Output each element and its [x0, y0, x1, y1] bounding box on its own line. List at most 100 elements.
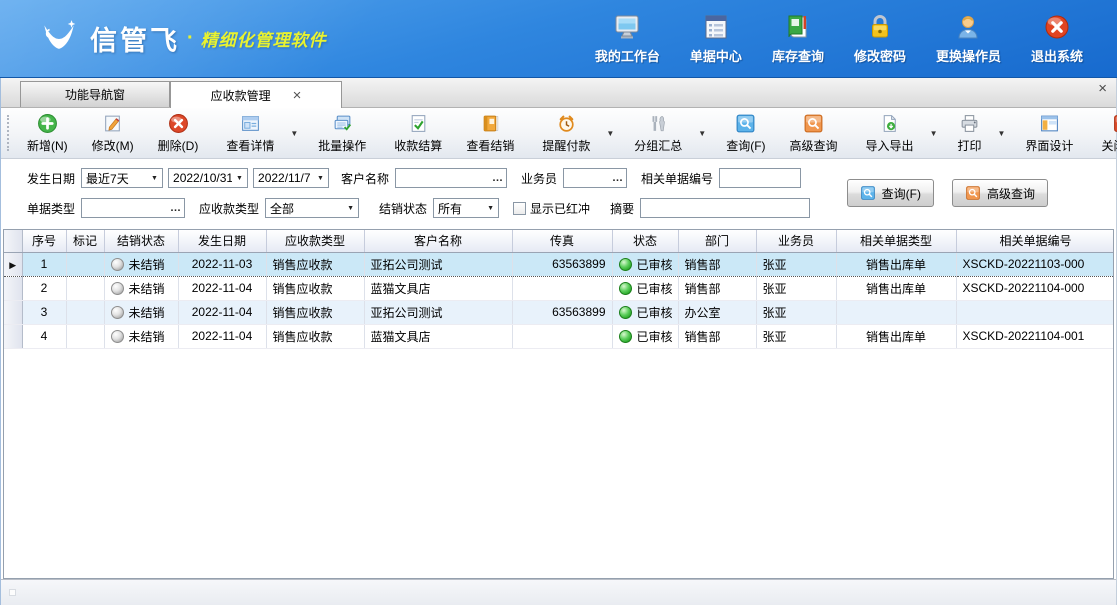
- col-status[interactable]: 状态: [612, 230, 678, 252]
- col-salesman[interactable]: 业务员: [756, 230, 836, 252]
- cell-customer: 蓝猫文具店: [364, 276, 512, 300]
- app-tagline: 精细化管理软件: [201, 26, 327, 51]
- col-date[interactable]: 发生日期: [178, 230, 266, 252]
- status-bar: [1, 579, 1116, 605]
- cell-seq: 1: [22, 252, 66, 276]
- remind-payment-button[interactable]: 提醒付款: [530, 108, 602, 158]
- date-to-combo[interactable]: 2022/11/7 ▼: [253, 168, 329, 188]
- chevron-down-icon[interactable]: ▼: [147, 169, 162, 187]
- date-from-combo[interactable]: 2022/10/31 ▼: [168, 168, 248, 188]
- cell-fax: 63563899: [512, 252, 612, 276]
- receivable-type-combo[interactable]: 全部 ▼: [265, 198, 359, 218]
- doc-type-input[interactable]: [82, 200, 168, 216]
- cell-dept: 办公室: [678, 300, 756, 324]
- col-customer[interactable]: 客户名称: [364, 230, 512, 252]
- table-row[interactable]: 3 未结销 2022-11-04 销售应收款 亚拓公司测试 63563899 已…: [4, 300, 1114, 324]
- cell-status: 已审核: [612, 324, 678, 348]
- query-button[interactable]: 查询(F): [714, 108, 777, 158]
- adv-query-button[interactable]: 高级查询: [778, 108, 850, 158]
- topmenu-change-operator[interactable]: 更换操作员: [936, 12, 1001, 65]
- view-detail-button[interactable]: 查看详情: [214, 108, 286, 158]
- topmenu-my-workspace[interactable]: 我的工作台: [595, 12, 660, 65]
- cell-mark: [66, 300, 104, 324]
- salesman-field[interactable]: …: [563, 168, 627, 188]
- view-detail-dropdown-icon[interactable]: ▼: [286, 129, 302, 138]
- col-fax[interactable]: 传真: [512, 230, 612, 252]
- customer-input[interactable]: [396, 170, 490, 186]
- topmenu-document-center[interactable]: 单据中心: [690, 12, 742, 65]
- ellipsis-icon[interactable]: …: [168, 200, 184, 216]
- approved-icon: [619, 330, 632, 343]
- topmenu-inventory-query[interactable]: 库存查询: [772, 12, 824, 65]
- cell-salesman: 张亚: [756, 324, 836, 348]
- col-seq[interactable]: 序号: [22, 230, 66, 252]
- table-row[interactable]: 4 未结销 2022-11-04 销售应收款 蓝猫文具店 已审核 销售部 张亚 …: [4, 324, 1114, 348]
- close-button[interactable]: 关闭(Q): [1089, 108, 1117, 158]
- document-center-icon: [701, 12, 731, 42]
- col-settle-status[interactable]: 结销状态: [104, 230, 178, 252]
- current-row-arrow-icon: ▶: [9, 260, 16, 270]
- ui-design-button[interactable]: 界面设计: [1013, 108, 1085, 158]
- customer-field[interactable]: …: [395, 168, 507, 188]
- doc-no-field[interactable]: [719, 168, 801, 188]
- row-selector[interactable]: ▶: [4, 252, 22, 276]
- page-close-icon[interactable]: ×: [1098, 80, 1107, 97]
- chevron-down-icon[interactable]: ▼: [343, 199, 358, 217]
- tab-function-nav[interactable]: 功能导航窗: [20, 81, 170, 107]
- chevron-down-icon[interactable]: ▼: [232, 169, 247, 187]
- ellipsis-icon[interactable]: …: [490, 170, 506, 186]
- col-dept[interactable]: 部门: [678, 230, 756, 252]
- date-range-combo[interactable]: 最近7天 ▼: [81, 168, 163, 188]
- cell-settle-status: 未结销: [104, 276, 178, 300]
- cell-date: 2022-11-04: [178, 300, 266, 324]
- col-type[interactable]: 应收款类型: [266, 230, 364, 252]
- view-settle-button[interactable]: 查看结销: [454, 108, 526, 158]
- table-row[interactable]: ▶ 1 未结销 2022-11-03 销售应收款 亚拓公司测试 63563899…: [4, 252, 1114, 276]
- batch-ops-button[interactable]: 批量操作: [306, 108, 378, 158]
- doc-type-field[interactable]: …: [81, 198, 185, 218]
- ellipsis-icon[interactable]: …: [610, 170, 626, 186]
- summary-field[interactable]: [640, 198, 810, 218]
- topmenu-exit-system[interactable]: 退出系统: [1031, 12, 1083, 65]
- row-selector[interactable]: [4, 300, 22, 324]
- filter-query-button[interactable]: 查询(F): [847, 179, 934, 207]
- print-dropdown-icon[interactable]: ▼: [994, 129, 1010, 138]
- show-red-checkbox[interactable]: [513, 202, 526, 215]
- add-button[interactable]: 新增(N): [15, 108, 80, 158]
- summary-input[interactable]: [641, 200, 809, 216]
- unsettled-icon: [111, 282, 124, 295]
- col-doc-no[interactable]: 相关单据编号: [956, 230, 1114, 252]
- receive-settle-button[interactable]: 收款结算: [382, 108, 454, 158]
- cell-type: 销售应收款: [266, 300, 364, 324]
- salesman-input[interactable]: [564, 170, 610, 186]
- row-selector[interactable]: [4, 324, 22, 348]
- approved-icon: [619, 282, 632, 295]
- remind-payment-dropdown-icon[interactable]: ▼: [602, 129, 618, 138]
- tab-receivables[interactable]: 应收款管理 ×: [170, 81, 342, 108]
- print-button[interactable]: 打印: [945, 108, 993, 158]
- doc-no-input[interactable]: [720, 170, 800, 186]
- filter-adv-query-button[interactable]: 高级查询: [952, 179, 1048, 207]
- topmenu-change-password[interactable]: 修改密码: [854, 12, 906, 65]
- group-summary-button[interactable]: 分组汇总: [622, 108, 694, 158]
- group-summary-dropdown-icon[interactable]: ▼: [694, 129, 710, 138]
- table-row[interactable]: 2 未结销 2022-11-04 销售应收款 蓝猫文具店 已审核 销售部 张亚 …: [4, 276, 1114, 300]
- row-selector[interactable]: [4, 276, 22, 300]
- cell-doc-no: XSCKD-20221103-000: [956, 252, 1114, 276]
- cell-type: 销售应收款: [266, 252, 364, 276]
- import-export-dropdown-icon[interactable]: ▼: [926, 129, 942, 138]
- tab-close-icon[interactable]: ×: [293, 88, 302, 103]
- edit-button[interactable]: 修改(M): [80, 108, 146, 158]
- import-export-button[interactable]: 导入导出: [854, 108, 926, 158]
- delete-button[interactable]: 删除(D): [146, 108, 211, 158]
- settle-status-combo[interactable]: 所有 ▼: [433, 198, 499, 218]
- row-selector-header[interactable]: [4, 230, 22, 252]
- chevron-down-icon[interactable]: ▼: [483, 199, 498, 217]
- col-doc-type[interactable]: 相关单据类型: [836, 230, 956, 252]
- tab-strip: 功能导航窗 应收款管理 × ×: [1, 78, 1116, 108]
- content-area: 功能导航窗 应收款管理 × × 新增(N) 修改(M) 删除(D): [0, 78, 1117, 605]
- col-mark[interactable]: 标记: [66, 230, 104, 252]
- chevron-down-icon[interactable]: ▼: [313, 169, 328, 187]
- toolbar-grip[interactable]: [7, 115, 9, 151]
- titlebar: 信管飞 · 精细化管理软件 我的工作台 单据中心 库存查询 修改密码: [0, 0, 1117, 78]
